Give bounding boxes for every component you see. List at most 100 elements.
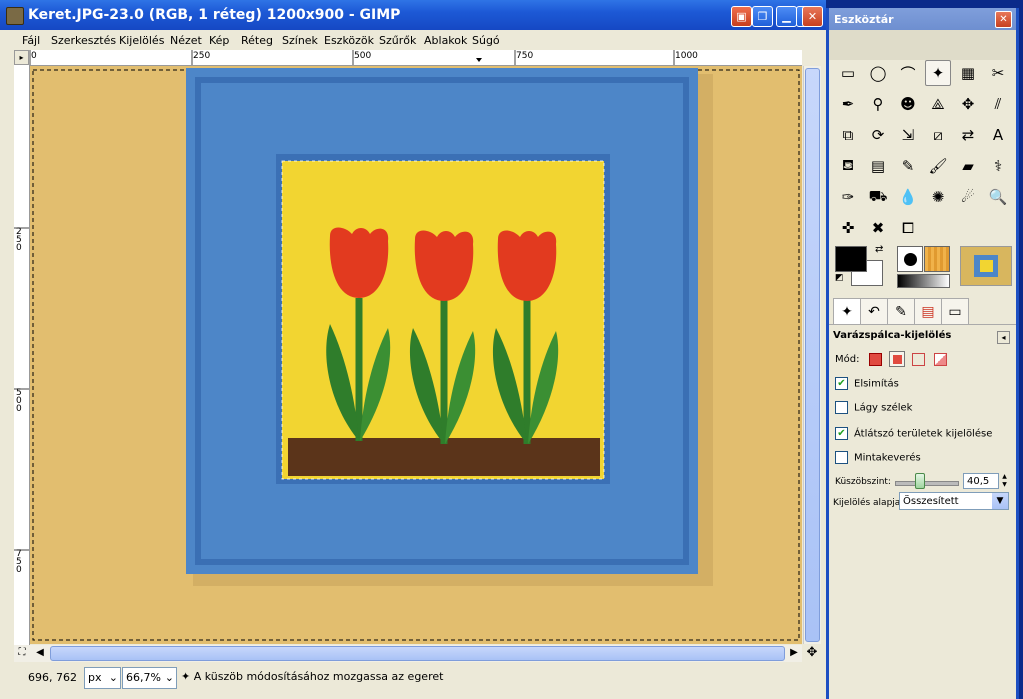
toolbox-close-button[interactable]: ✕: [995, 11, 1012, 28]
mode-replace-icon[interactable]: [868, 352, 882, 366]
gradient-preview[interactable]: [897, 274, 950, 288]
tool-button[interactable]: 🔍: [985, 184, 1011, 210]
tool-button[interactable]: ⌒: [895, 60, 921, 86]
default-colors-icon[interactable]: ◩: [835, 273, 844, 283]
navigation-cross-icon[interactable]: ✥: [803, 645, 821, 662]
tool-button[interactable]: ✒: [835, 91, 861, 117]
tool-button[interactable]: ✎: [895, 153, 921, 179]
tool-button[interactable]: ✜: [835, 215, 861, 241]
close-window-button[interactable]: ✕: [802, 6, 823, 27]
navigate-icon[interactable]: ⛶: [14, 645, 30, 661]
mode-row: Mód:: [835, 351, 948, 367]
tool-button[interactable]: ⛟: [865, 184, 891, 210]
tool-button[interactable]: A: [985, 122, 1011, 148]
brush-preview[interactable]: [897, 246, 923, 272]
threshold-spin-input[interactable]: 40,5: [963, 473, 999, 489]
tool-button[interactable]: ⫽: [985, 91, 1011, 117]
mode-intersect-icon[interactable]: [934, 352, 948, 366]
tool-button[interactable]: ⟁: [925, 91, 951, 117]
transparent-option[interactable]: ✔ Átlátszó területek kijelölése: [835, 427, 992, 440]
horizontal-ruler[interactable]: 0 250 500 750 1000: [29, 50, 802, 66]
swap-colors-icon[interactable]: ⇄: [875, 244, 883, 255]
active-image-thumbnail[interactable]: [960, 246, 1012, 286]
sample-merged-checkbox[interactable]: [835, 451, 848, 464]
tool-button[interactable]: ✂: [985, 60, 1011, 86]
tool-button[interactable]: ☻: [895, 91, 921, 117]
pattern-preview[interactable]: [924, 246, 950, 272]
tool-button[interactable]: ▰: [955, 153, 981, 179]
menu-colors[interactable]: Színek: [282, 34, 318, 47]
sample-merged-option[interactable]: Mintakeverés: [835, 451, 921, 464]
menu-image[interactable]: Kép: [209, 34, 229, 47]
menu-help[interactable]: Súgó: [472, 34, 500, 47]
menu-file[interactable]: Fájl: [22, 34, 40, 47]
vertical-ruler[interactable]: 2 5 0 5 0 0 7 5 0: [14, 65, 30, 645]
undo-history-tab[interactable]: ↶: [860, 298, 888, 325]
horizontal-scroll-thumb[interactable]: [50, 646, 785, 661]
tool-button[interactable]: ⧄: [925, 122, 951, 148]
scroll-left-icon[interactable]: ◀: [32, 645, 48, 661]
tool-button[interactable]: ⧠: [895, 215, 921, 241]
horizontal-scrollbar[interactable]: ⛶ ◀ ▶: [14, 645, 802, 662]
rect-select-icon: ▭: [840, 64, 856, 82]
threshold-slider-track[interactable]: [895, 481, 959, 486]
minimize-button[interactable]: ▁: [776, 6, 797, 27]
tool-button[interactable]: 💧: [895, 184, 921, 210]
menu-select[interactable]: Kijelölés: [119, 34, 164, 47]
transparent-checkbox[interactable]: ✔: [835, 427, 848, 440]
mode-add-icon[interactable]: [888, 351, 905, 367]
tool-button[interactable]: ⚲: [865, 91, 891, 117]
pencil-icon: ✎: [901, 157, 915, 175]
tool-button[interactable]: ✑: [835, 184, 861, 210]
tool-button[interactable]: ⇲: [895, 122, 921, 148]
image-window-titlebar[interactable]: Keret.JPG-23.0 (RGB, 1 réteg) 1200x900 -…: [0, 0, 826, 30]
vertical-scroll-thumb[interactable]: [805, 68, 820, 642]
scroll-right-icon[interactable]: ▶: [786, 645, 802, 661]
threshold-spin-buttons[interactable]: ▲ ▼: [1000, 473, 1009, 489]
tool-button[interactable]: 🖌: [925, 153, 951, 179]
tool-button[interactable]: ✺: [925, 184, 951, 210]
channels-tab[interactable]: ▭: [941, 298, 969, 325]
zoom-select[interactable]: 66,7% ⌄: [122, 667, 177, 689]
select-by-dropdown[interactable]: Összesített ▼: [899, 492, 1009, 510]
threshold-slider-handle[interactable]: [914, 473, 925, 489]
menu-layer[interactable]: Réteg: [241, 34, 273, 47]
restore-window-button[interactable]: ❐: [752, 6, 773, 27]
feather-option[interactable]: Lágy szélek: [835, 401, 912, 414]
feather-checkbox[interactable]: [835, 401, 848, 414]
blend-icon: ▤: [870, 157, 886, 175]
unit-select[interactable]: px ⌄: [84, 667, 121, 689]
menu-filters[interactable]: Szűrők: [379, 34, 416, 47]
tool-button[interactable]: ◯: [865, 60, 891, 86]
tool-options-tab[interactable]: ✦: [833, 298, 861, 325]
tool-button[interactable]: ✖: [865, 215, 891, 241]
mode-subtract-icon[interactable]: [912, 352, 926, 366]
tool-button[interactable]: ☄: [955, 184, 981, 210]
tool-button[interactable]: ▤: [865, 153, 891, 179]
antialiasing-option[interactable]: ✔ Elsimítás: [835, 377, 899, 390]
vertical-scrollbar[interactable]: [803, 66, 821, 644]
heal-icon: 💧: [898, 188, 918, 206]
menu-edit[interactable]: Szerkesztés: [51, 34, 116, 47]
tool-button[interactable]: ⧉: [835, 122, 861, 148]
menu-windows[interactable]: Ablakok: [424, 34, 467, 47]
tool-button[interactable]: ▭: [835, 60, 861, 86]
quick-mask-menu-button[interactable]: ▸: [14, 50, 29, 65]
menu-view[interactable]: Nézet: [170, 34, 202, 47]
tool-button[interactable]: ⛾: [835, 153, 861, 179]
tool-button[interactable]: ▦: [955, 60, 981, 86]
image-canvas[interactable]: [30, 66, 802, 644]
tool-button[interactable]: ⇄: [955, 122, 981, 148]
menu-tools[interactable]: Eszközök: [324, 34, 374, 47]
paths-tab-icon: ✎: [895, 304, 907, 320]
tool-button[interactable]: ✦: [925, 60, 951, 86]
tool-button[interactable]: ⟳: [865, 122, 891, 148]
layers-tab[interactable]: ▤: [914, 298, 942, 325]
paths-tab[interactable]: ✎: [887, 298, 915, 325]
toolbox-titlebar[interactable]: Eszköztár ✕: [829, 8, 1016, 30]
tool-button[interactable]: ⚕: [985, 153, 1011, 179]
antialiasing-checkbox[interactable]: ✔: [835, 377, 848, 390]
tool-button[interactable]: ✥: [955, 91, 981, 117]
tool-options-menu-icon[interactable]: ◂: [997, 331, 1010, 344]
gimp-menu-icon[interactable]: ▣: [731, 6, 752, 27]
